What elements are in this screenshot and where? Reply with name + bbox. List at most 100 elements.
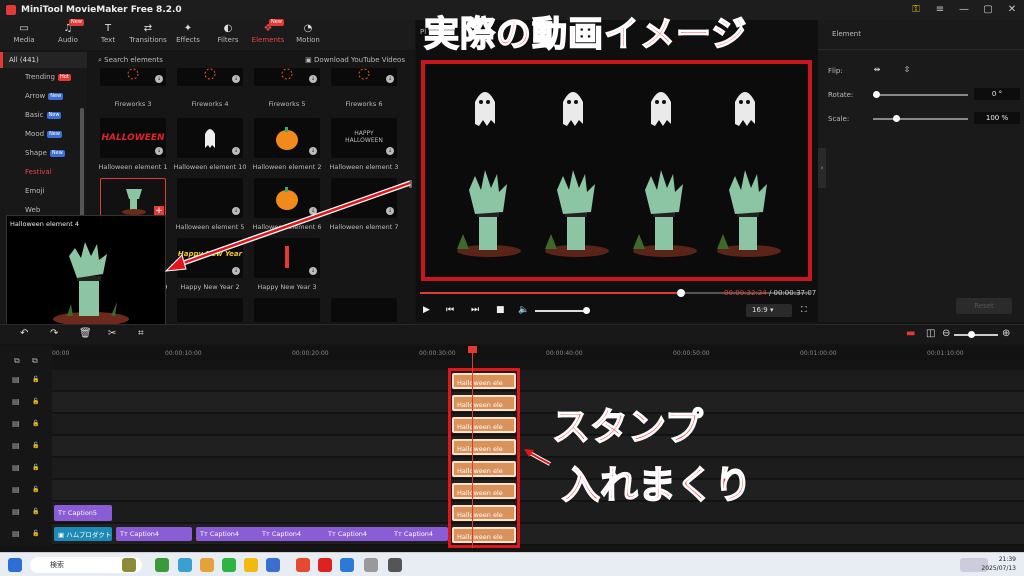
nav-item-arrow[interactable]: Arrow New xyxy=(0,87,87,106)
element-tile[interactable]: ↓ xyxy=(177,118,243,158)
tab-elements[interactable]: ❖ Elements New xyxy=(248,19,288,50)
tab-motion[interactable]: ◔ Motion xyxy=(288,20,328,50)
reset-button[interactable]: Reset xyxy=(956,298,1012,314)
element-tile[interactable]: + xyxy=(100,178,166,218)
track-visibility-icon[interactable]: ▤ xyxy=(12,485,20,494)
caption-clip[interactable]: Tт Caption4 xyxy=(116,527,192,541)
tab-effects[interactable]: ✦ Effects xyxy=(168,20,208,50)
rotate-value[interactable]: 0 ° xyxy=(974,88,1020,100)
snap-icon[interactable]: ▬ xyxy=(906,328,915,339)
stop-icon[interactable]: ■ xyxy=(496,305,505,315)
flip-horizontal-icon[interactable]: ⇹ xyxy=(870,64,884,76)
volume-slider[interactable] xyxy=(535,307,590,314)
crop-icon[interactable]: ⌗ xyxy=(138,328,144,339)
key-icon[interactable]: ⚿ xyxy=(904,0,928,20)
fit-icon[interactable]: ◫ xyxy=(926,328,935,339)
nav-item-basic[interactable]: Basic New xyxy=(0,106,87,125)
app-icon-1[interactable] xyxy=(155,558,169,572)
track-visibility-icon[interactable]: ▤ xyxy=(12,529,20,538)
element-tile[interactable]: ↓ xyxy=(177,68,243,86)
app-icon-3[interactable] xyxy=(200,558,214,572)
tab-media[interactable]: ▭ Media xyxy=(0,20,48,50)
caption-clip[interactable]: Tт Caption4 xyxy=(258,527,334,541)
tab-audio[interactable]: ♫ Audio New xyxy=(48,19,88,50)
download-icon[interactable]: ↓ xyxy=(386,147,394,155)
next-frame-icon[interactable]: ⏭ xyxy=(471,305,479,315)
element-tile[interactable] xyxy=(331,298,397,322)
time-ruler[interactable]: 00:00 00:00:10:00 00:00:20:00 00:00:30:00 00… xyxy=(52,346,1024,360)
nav-all[interactable]: All (441) xyxy=(0,52,87,68)
redo-icon[interactable]: ↷ xyxy=(50,328,58,339)
download-icon[interactable]: ↓ xyxy=(309,147,317,155)
play-icon[interactable]: ▶ xyxy=(423,305,430,315)
line-icon[interactable] xyxy=(222,558,236,572)
rotate-knob[interactable] xyxy=(873,91,880,98)
track-visibility-icon[interactable]: ▤ xyxy=(12,397,20,406)
track-visibility-icon[interactable]: ▤ xyxy=(12,441,20,450)
nav-item-mood[interactable]: Mood New xyxy=(0,125,87,144)
element-tile[interactable]: ↓ xyxy=(100,68,166,86)
element-tile[interactable]: ↓ xyxy=(331,68,397,86)
nav-item-emoji[interactable]: Emoji xyxy=(0,182,87,201)
split-icon[interactable]: ✂ xyxy=(108,328,116,339)
clock[interactable]: 21:39 2025/07/13 xyxy=(981,555,1016,573)
track-visibility-icon[interactable]: ▤ xyxy=(12,419,20,428)
lock-icon[interactable]: 🔓 xyxy=(32,464,39,471)
download-icon[interactable]: ↓ xyxy=(309,75,317,83)
caption-clip[interactable]: Tт Caption5 xyxy=(54,505,112,521)
widget-icon[interactable] xyxy=(122,558,136,572)
menu-icon[interactable]: ≡ xyxy=(928,0,952,20)
element-tile[interactable]: HALLOWEEN ↓ xyxy=(100,118,166,158)
app-icon-5[interactable] xyxy=(340,558,354,572)
zoom-slider[interactable] xyxy=(954,331,998,338)
aspect-ratio-select[interactable]: 16:9 ▾ xyxy=(746,304,792,317)
element-tile[interactable]: ↓ xyxy=(254,68,320,86)
chrome-icon[interactable] xyxy=(296,558,310,572)
nav-item-shape[interactable]: Shape New xyxy=(0,144,87,163)
add-track-icon[interactable]: ⧉ xyxy=(14,356,20,366)
volume-icon[interactable]: 🔈 xyxy=(518,305,529,315)
lock-icon[interactable]: 🔓 xyxy=(32,376,39,383)
element-tile[interactable] xyxy=(254,298,320,322)
lock-icon[interactable]: 🔓 xyxy=(32,508,39,515)
zoom-in-icon[interactable]: ⊕ xyxy=(1002,328,1010,339)
app-icon-4[interactable] xyxy=(266,558,280,572)
scale-knob[interactable] xyxy=(893,115,900,122)
download-icon[interactable]: ↓ xyxy=(232,75,240,83)
search-elements[interactable]: ⌕ Search elements xyxy=(98,52,163,68)
close-button[interactable]: ✕ xyxy=(1000,0,1024,20)
track-visibility-icon[interactable]: ▤ xyxy=(12,507,20,516)
undo-icon[interactable]: ↶ xyxy=(20,328,28,339)
app-icon-6[interactable] xyxy=(364,558,378,572)
scale-value[interactable]: 100 % xyxy=(974,112,1020,124)
download-icon[interactable]: ↓ xyxy=(155,75,163,83)
element-tile[interactable] xyxy=(177,298,243,322)
lock-icon[interactable]: 🔓 xyxy=(32,420,39,427)
collapse-panel-button[interactable]: › xyxy=(818,148,826,188)
lock-icon[interactable]: 🔓 xyxy=(32,530,39,537)
download-youtube-link[interactable]: ▣ Download YouTube Videos xyxy=(305,52,405,68)
element-tile[interactable]: ↓ xyxy=(254,118,320,158)
nav-item-festival[interactable]: Festival xyxy=(0,163,87,182)
playhead-handle[interactable] xyxy=(468,346,477,353)
track-visibility-icon[interactable]: ▤ xyxy=(12,375,20,384)
minimize-button[interactable]: — xyxy=(952,0,976,20)
element-tile[interactable]: HAPPY HALLOWEEN ↓ xyxy=(331,118,397,158)
start-icon[interactable] xyxy=(8,558,22,572)
caption-clip[interactable]: Tт Caption4 xyxy=(390,527,448,541)
zoom-out-icon[interactable]: ⊖ xyxy=(942,328,950,339)
playhead[interactable] xyxy=(468,346,477,548)
flip-vertical-icon[interactable]: ⇳ xyxy=(900,64,914,76)
lock-icon[interactable]: 🔓 xyxy=(32,398,39,405)
tab-transitions[interactable]: ⇄ Transitions xyxy=(128,20,168,50)
lock-icon[interactable]: 🔓 xyxy=(32,486,39,493)
fullscreen-icon[interactable]: ⛶ xyxy=(801,305,807,315)
nav-item-trending[interactable]: Trending Hot xyxy=(0,68,87,87)
caption-clip[interactable]: Tт Caption4 xyxy=(324,527,400,541)
rotate-slider[interactable] xyxy=(873,91,968,98)
download-icon[interactable]: ↓ xyxy=(232,147,240,155)
tab-filters[interactable]: ◐ Filters xyxy=(208,20,248,50)
app-icon-2[interactable] xyxy=(178,558,192,572)
lock-icon[interactable]: 🔓 xyxy=(32,442,39,449)
download-icon[interactable]: ↓ xyxy=(155,147,163,155)
